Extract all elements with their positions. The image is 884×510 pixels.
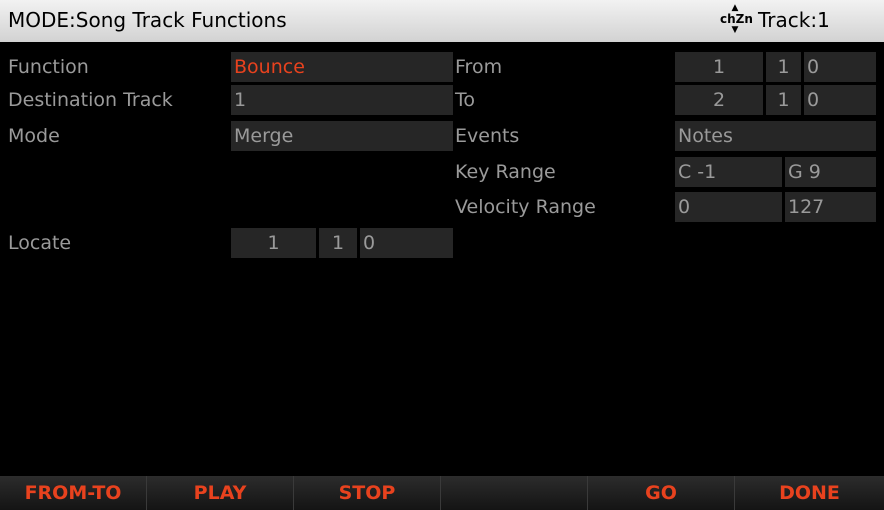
events-label: Events — [455, 125, 520, 147]
softkey-from-to[interactable]: FROM-TO — [0, 476, 147, 510]
locate-tick-field[interactable]: 0 — [360, 228, 453, 258]
function-label: Function — [8, 56, 89, 78]
key-range-label: Key Range — [455, 161, 556, 183]
chzn-icon: ▲ chZn ▼ — [720, 3, 753, 35]
key-range-low-field[interactable]: C -1 — [675, 157, 782, 187]
track-indicator: Track:1 — [758, 8, 830, 32]
to-bar-field[interactable]: 2 — [675, 85, 763, 115]
locate-beat-field[interactable]: 1 — [319, 228, 357, 258]
from-bar-field[interactable]: 1 — [675, 52, 763, 82]
to-beat-field[interactable]: 1 — [766, 85, 801, 115]
softkey-done[interactable]: DONE — [735, 476, 884, 510]
key-range-high-field[interactable]: G 9 — [785, 157, 876, 187]
title-bar: MODE:Song Track Functions ▲ chZn ▼ Track… — [0, 0, 884, 42]
function-field[interactable]: Bounce — [231, 52, 453, 82]
destination-track-field[interactable]: 1 — [231, 85, 453, 115]
mode-title: MODE:Song Track Functions — [8, 8, 287, 32]
velocity-range-label: Velocity Range — [455, 196, 596, 218]
mode-label: Mode — [8, 125, 60, 147]
softkey-play[interactable]: PLAY — [147, 476, 294, 510]
softkey-go[interactable]: GO — [588, 476, 735, 510]
locate-bar-field[interactable]: 1 — [231, 228, 316, 258]
destination-track-label: Destination Track — [8, 89, 173, 111]
softkey-stop[interactable]: STOP — [294, 476, 441, 510]
to-tick-field[interactable]: 0 — [804, 85, 876, 115]
softkey-empty[interactable] — [441, 476, 588, 510]
from-beat-field[interactable]: 1 — [766, 52, 801, 82]
softkey-bar: FROM-TO PLAY STOP GO DONE — [0, 476, 884, 510]
to-label: To — [455, 89, 476, 111]
events-field[interactable]: Notes — [675, 121, 876, 151]
locate-label: Locate — [8, 232, 72, 254]
velocity-range-low-field[interactable]: 0 — [675, 192, 782, 222]
from-label: From — [455, 56, 503, 78]
mode-field[interactable]: Merge — [231, 121, 453, 151]
velocity-range-high-field[interactable]: 127 — [785, 192, 876, 222]
from-tick-field[interactable]: 0 — [804, 52, 876, 82]
